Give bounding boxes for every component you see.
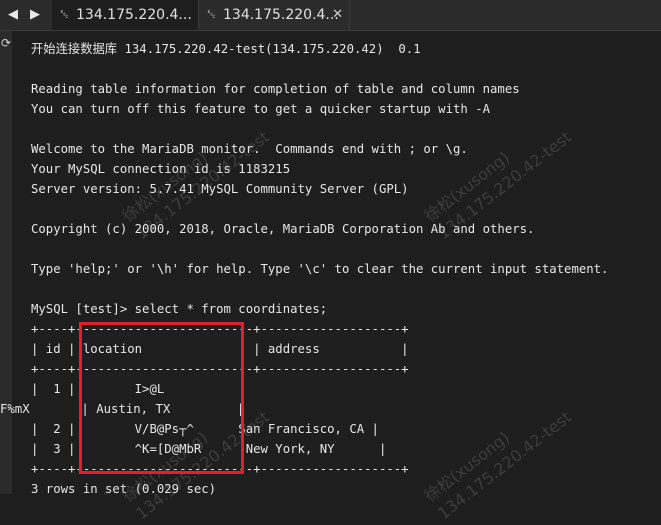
watermark-host: 134.175.220.42-test <box>434 407 575 524</box>
result-summary: 3 rows in set (0.029 sec) <box>31 482 217 496</box>
terminal-tab-icon: ␛ <box>207 8 216 21</box>
terminal-prompt-line: MySQL [test]> select * from coordinates; <box>31 302 328 316</box>
forward-arrow-icon[interactable]: ▶ <box>24 0 46 30</box>
close-icon[interactable]: ✕ <box>332 0 343 30</box>
watermark-name: 徐松(xusong) <box>420 427 514 506</box>
tab-session-1[interactable]: ␛ 134.175.220.4... <box>52 0 199 30</box>
terminal-line: You can turn off this feature to get a q… <box>31 102 491 116</box>
terminal-tab-icon: ␛ <box>60 8 69 21</box>
terminal-line: Welcome to the MariaDB monitor. Commands… <box>31 142 468 156</box>
tab-bar: ◀ ▶ ␛ 134.175.220.4... ␛ 134.175.220.4..… <box>0 0 661 31</box>
tab-label: 134.175.220.4... <box>76 7 192 23</box>
tab-label: 134.175.220.4... <box>223 7 339 23</box>
terminal-line: Server version: 5.7.41 MySQL Community S… <box>31 182 409 196</box>
back-arrow-icon[interactable]: ◀ <box>2 0 24 30</box>
watermark: 徐松(xusong) 134.175.220.42-test <box>420 389 576 524</box>
terminal-line: Reading table information for completion… <box>31 82 520 96</box>
tab-session-2[interactable]: ␛ 134.175.220.4... ✕ <box>199 0 350 30</box>
side-gutter <box>0 31 12 494</box>
refresh-icon[interactable]: ⟳ <box>0 36 12 50</box>
terminal-line: 开始连接数据库 134.175.220.42-test(134.175.220.… <box>31 42 421 56</box>
terminal-line: Type 'help;' or '\h' for help. Type '\c'… <box>31 262 609 276</box>
highlight-box <box>79 322 244 474</box>
terminal-line: Copyright (c) 2000, 2018, Oracle, MariaD… <box>31 222 535 236</box>
terminal-line: Your MySQL connection id is 1183215 <box>31 162 291 176</box>
watermark-name: 徐松(xusong) <box>420 147 514 226</box>
